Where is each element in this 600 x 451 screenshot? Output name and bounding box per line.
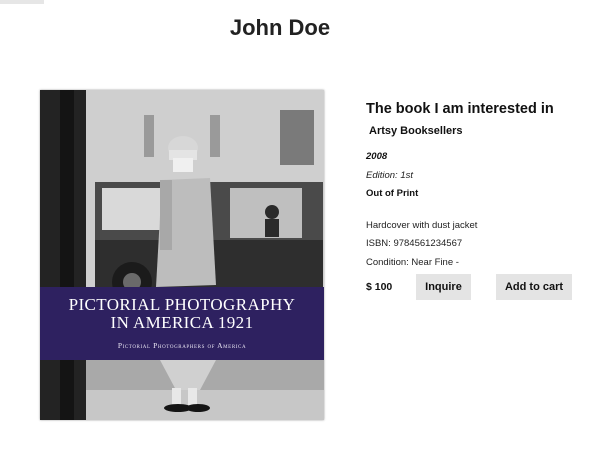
seller-name: Artsy Booksellers [369,125,463,137]
top-bar-fragment [0,0,44,4]
price: $ 100 [366,281,393,293]
binding-info: Hardcover with dust jacket [366,220,478,231]
book-heading: The book I am interested in [366,101,554,117]
add-to-cart-button[interactable]: Add to cart [496,274,572,300]
cover-subtitle: Pictorial Photographers of America [117,341,247,350]
publication-year: 2008 [366,151,388,162]
book-cover-image: PICTORIAL PHOTOGRAPHY IN AMERICA 1921 Pi… [40,90,324,420]
isbn-info: ISBN: 9784561234567 [366,238,463,249]
cover-title: PICTORIAL PHOTOGRAPHY IN AMERICA 1921 [68,295,296,332]
cover-title-band: PICTORIAL PHOTOGRAPHY IN AMERICA 1921 Pi… [40,287,324,360]
cover-photograph [40,90,324,420]
edition-info: Edition: 1st [366,170,413,181]
inquire-button[interactable]: Inquire [416,274,471,300]
condition-info: Condition: Near Fine - [366,257,459,268]
availability-status: Out of Print [366,188,419,199]
page-title: John Doe [229,15,331,40]
